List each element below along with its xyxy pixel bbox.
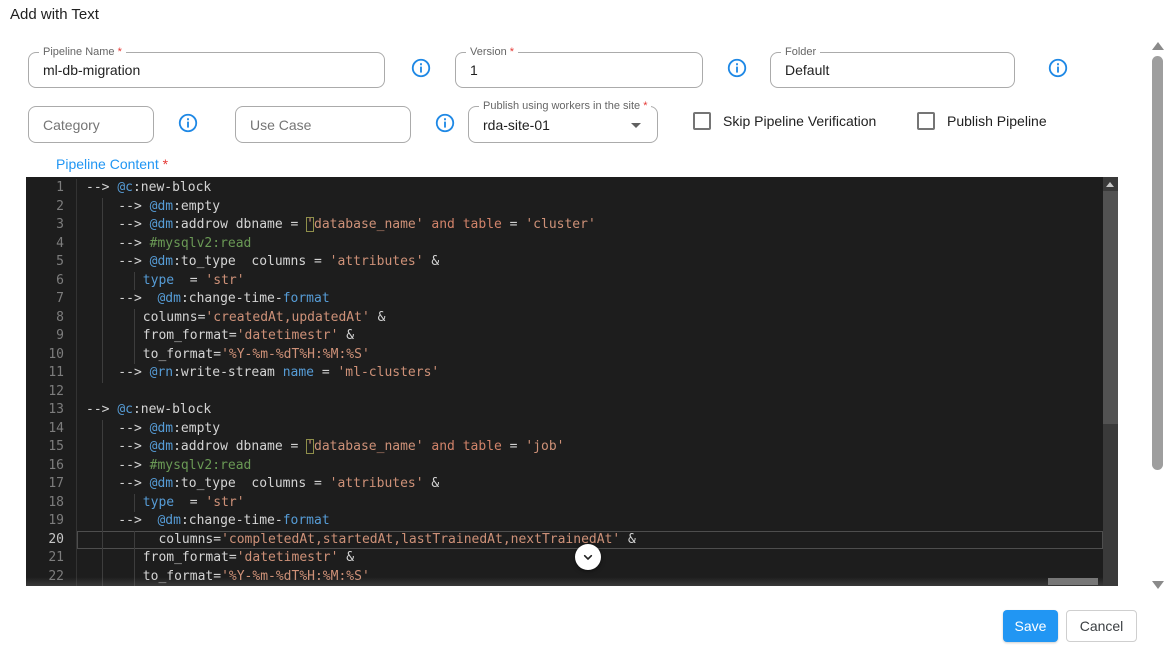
code-line[interactable]: 20 columns='completedAt,startedAt,lastTr… [26, 531, 1103, 550]
line-number: 6 [26, 272, 76, 291]
editor-scrollbar-thumb[interactable] [1103, 191, 1118, 424]
page-title: Add with Text [10, 6, 99, 23]
line-number: 19 [26, 512, 76, 531]
line-number: 20 [26, 531, 76, 550]
editor-horizontal-scrollbar-thumb[interactable] [1048, 578, 1098, 585]
page-scroll-up-arrow-icon[interactable] [1152, 42, 1164, 50]
site-select[interactable]: Publish using workers in the site * rda-… [468, 106, 658, 143]
code-line[interactable]: 14 --> @dm:empty [26, 420, 1103, 439]
save-button[interactable]: Save [1003, 610, 1058, 642]
folder-value[interactable]: Default [785, 53, 1004, 87]
use-case-field[interactable]: Use Case [235, 106, 411, 143]
folder-field[interactable]: Folder Default [770, 52, 1015, 88]
code-line[interactable]: 2 --> @dm:empty [26, 198, 1103, 217]
code-line[interactable]: 6 type = 'str' [26, 272, 1103, 291]
info-icon-category[interactable] [177, 112, 199, 134]
editor-vertical-scrollbar[interactable] [1103, 177, 1118, 586]
pipeline-content-editor[interactable]: 1--> @c:new-block2 --> @dm:empty3 --> @d… [26, 177, 1118, 586]
code-line[interactable]: 21 from_format='datetimestr' & [26, 549, 1103, 568]
line-number: 12 [26, 383, 76, 402]
code-line[interactable]: 8 columns='createdAt,updatedAt' & [26, 309, 1103, 328]
code-line[interactable]: 4 --> #mysqlv2:read [26, 235, 1103, 254]
publish-pipeline-checkbox-row[interactable]: Publish Pipeline [917, 112, 1047, 130]
line-number: 13 [26, 401, 76, 420]
line-number: 18 [26, 494, 76, 513]
line-number: 17 [26, 475, 76, 494]
code-line[interactable]: 11 --> @rn:write-stream name = 'ml-clust… [26, 364, 1103, 383]
line-number: 11 [26, 364, 76, 383]
skip-verification-checkbox-row[interactable]: Skip Pipeline Verification [693, 112, 876, 130]
code-line[interactable]: 1--> @c:new-block [26, 179, 1103, 198]
publish-pipeline-label: Publish Pipeline [947, 113, 1047, 129]
line-number: 7 [26, 290, 76, 309]
line-number: 2 [26, 198, 76, 217]
pipeline-name-value[interactable]: ml-db-migration [43, 53, 374, 87]
info-icon-version[interactable] [726, 57, 748, 79]
required-asterisk: * [163, 156, 168, 172]
line-number: 9 [26, 327, 76, 346]
page-scroll-down-arrow-icon[interactable] [1152, 581, 1164, 589]
code-line[interactable]: 15 --> @dm:addrow dbname = 'database_nam… [26, 438, 1103, 457]
code-line[interactable]: 3 --> @dm:addrow dbname = 'database_name… [26, 216, 1103, 235]
use-case-placeholder[interactable]: Use Case [250, 107, 400, 142]
publish-pipeline-checkbox[interactable] [917, 112, 935, 130]
code-line[interactable]: 17 --> @dm:to_type columns = 'attributes… [26, 475, 1103, 494]
version-value[interactable]: 1 [470, 53, 692, 87]
scroll-up-arrow-icon[interactable] [1106, 182, 1114, 187]
line-number: 10 [26, 346, 76, 365]
code-line[interactable]: 12 [26, 383, 1103, 402]
category-placeholder[interactable]: Category [43, 107, 143, 142]
version-field[interactable]: Version * 1 [455, 52, 703, 88]
pipeline-content-label: Pipeline Content * [56, 156, 168, 172]
line-number: 15 [26, 438, 76, 457]
scroll-down-button[interactable] [575, 544, 601, 570]
line-number: 16 [26, 457, 76, 476]
line-number: 21 [26, 549, 76, 568]
code-line[interactable]: 18 type = 'str' [26, 494, 1103, 513]
code-line[interactable]: 9 from_format='datetimestr' & [26, 327, 1103, 346]
line-number: 4 [26, 235, 76, 254]
code-line[interactable]: 22 to_format='%Y-%m-%dT%H:%M:%S' [26, 568, 1103, 587]
code-line[interactable]: 13--> @c:new-block [26, 401, 1103, 420]
line-number: 3 [26, 216, 76, 235]
code-line[interactable]: 7 --> @dm:change-time-format [26, 290, 1103, 309]
info-icon-pipeline-name[interactable] [410, 57, 432, 79]
site-select-value[interactable]: rda-site-01 [483, 107, 647, 142]
code-line[interactable]: 10 to_format='%Y-%m-%dT%H:%M:%S' [26, 346, 1103, 365]
category-field[interactable]: Category [28, 106, 154, 143]
line-number: 1 [26, 179, 76, 198]
code-line[interactable]: 16 --> #mysqlv2:read [26, 457, 1103, 476]
code-lines[interactable]: 1--> @c:new-block2 --> @dm:empty3 --> @d… [26, 179, 1103, 586]
chevron-down-icon [580, 549, 596, 565]
pipeline-name-field[interactable]: Pipeline Name * ml-db-migration [28, 52, 385, 88]
info-icon-use-case[interactable] [434, 112, 456, 134]
cancel-button[interactable]: Cancel [1066, 610, 1137, 642]
line-number: 14 [26, 420, 76, 439]
line-number: 8 [26, 309, 76, 328]
info-icon-folder[interactable] [1047, 57, 1069, 79]
line-number: 5 [26, 253, 76, 272]
chevron-down-icon[interactable] [631, 123, 641, 128]
code-line[interactable]: 5 --> @dm:to_type columns = 'attributes'… [26, 253, 1103, 272]
skip-verification-checkbox[interactable] [693, 112, 711, 130]
skip-verification-label: Skip Pipeline Verification [723, 113, 876, 129]
code-line[interactable]: 19 --> @dm:change-time-format [26, 512, 1103, 531]
page-scrollbar-thumb[interactable] [1152, 56, 1163, 470]
line-number: 22 [26, 568, 76, 587]
